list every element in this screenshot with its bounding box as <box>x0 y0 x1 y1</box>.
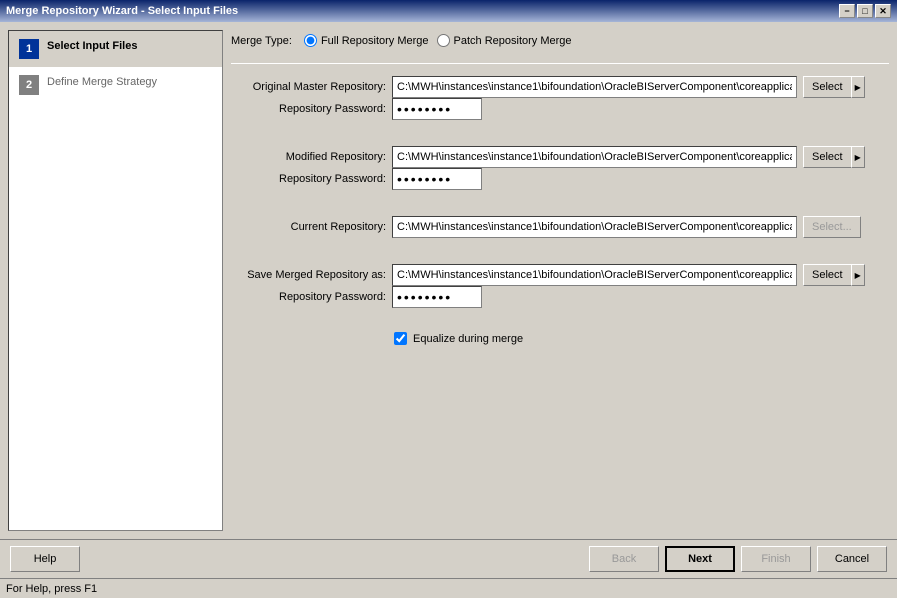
bottom-left-buttons: Help <box>10 546 80 572</box>
original-master-label: Original Master Repository: <box>231 81 386 93</box>
full-repo-merge-radio[interactable] <box>304 34 317 47</box>
step-1-number: 1 <box>19 39 39 59</box>
sidebar-item-define-merge-strategy[interactable]: 2 Define Merge Strategy <box>9 67 222 103</box>
step-1-label: Select Input Files <box>47 39 137 53</box>
original-master-select-arrow[interactable]: ▶ <box>851 76 865 98</box>
modified-repo-select-button[interactable]: Select <box>803 146 851 168</box>
back-button[interactable]: Back <box>589 546 659 572</box>
title-bar: Merge Repository Wizard - Select Input F… <box>0 0 897 22</box>
maximize-button[interactable]: □ <box>857 4 873 18</box>
patch-repo-merge-radio[interactable] <box>437 34 450 47</box>
sidebar-item-select-input-files[interactable]: 1 Select Input Files <box>9 31 222 67</box>
equalize-label: Equalize during merge <box>413 333 523 345</box>
original-master-row: Original Master Repository: Select ▶ <box>231 76 889 98</box>
save-merged-password-input[interactable] <box>392 286 482 308</box>
patch-repo-merge-text: Patch Repository Merge <box>454 35 572 47</box>
current-repo-label: Current Repository: <box>231 221 386 233</box>
modified-repo-select-arrow[interactable]: ▶ <box>851 146 865 168</box>
current-repo-row: Current Repository: Select... <box>231 216 889 238</box>
original-master-select-group: Select ▶ <box>803 76 865 98</box>
save-merged-row: Save Merged Repository as: Select ▶ <box>231 264 889 286</box>
close-button[interactable]: ✕ <box>875 4 891 18</box>
original-master-group: Original Master Repository: Select ▶ Rep… <box>231 76 889 120</box>
patch-repo-merge-label[interactable]: Patch Repository Merge <box>437 34 572 47</box>
main-window: 1 Select Input Files 2 Define Merge Stra… <box>0 22 897 598</box>
right-panel: Merge Type: Full Repository Merge Patch … <box>231 30 889 531</box>
original-master-password-input[interactable] <box>392 98 482 120</box>
bottom-right-buttons: Back Next Finish Cancel <box>589 546 887 572</box>
modified-repo-label: Modified Repository: <box>231 151 386 163</box>
save-merged-select-arrow[interactable]: ▶ <box>851 264 865 286</box>
status-text: For Help, press F1 <box>6 583 97 595</box>
finish-button: Finish <box>741 546 811 572</box>
original-master-password-label: Repository Password: <box>231 103 386 115</box>
full-repo-merge-text: Full Repository Merge <box>321 35 429 47</box>
divider-1 <box>231 63 889 64</box>
sidebar: 1 Select Input Files 2 Define Merge Stra… <box>8 30 223 531</box>
save-merged-group: Save Merged Repository as: Select ▶ Repo… <box>231 264 889 308</box>
step-2-number: 2 <box>19 75 39 95</box>
minimize-button[interactable]: − <box>839 4 855 18</box>
original-master-password-row: Repository Password: <box>231 98 889 120</box>
modified-repo-password-input[interactable] <box>392 168 482 190</box>
original-master-select-button[interactable]: Select <box>803 76 851 98</box>
bottom-bar: Help Back Next Finish Cancel <box>0 539 897 578</box>
next-button[interactable]: Next <box>665 546 735 572</box>
current-repo-select-button: Select... <box>803 216 861 238</box>
current-repo-group: Current Repository: Select... <box>231 216 889 238</box>
save-merged-password-row: Repository Password: <box>231 286 889 308</box>
equalize-checkbox[interactable] <box>394 332 407 345</box>
save-merged-select-button[interactable]: Select <box>803 264 851 286</box>
save-merged-password-label: Repository Password: <box>231 291 386 303</box>
modified-repo-password-label: Repository Password: <box>231 173 386 185</box>
merge-type-label: Merge Type: <box>231 35 292 47</box>
original-master-input[interactable] <box>392 76 797 98</box>
modified-repo-row: Modified Repository: Select ▶ <box>231 146 889 168</box>
modified-repo-password-row: Repository Password: <box>231 168 889 190</box>
window-title: Merge Repository Wizard - Select Input F… <box>6 5 238 17</box>
full-repo-merge-label[interactable]: Full Repository Merge <box>304 34 429 47</box>
modified-repo-group: Modified Repository: Select ▶ Repository… <box>231 146 889 190</box>
save-merged-label: Save Merged Repository as: <box>231 269 386 281</box>
equalize-row: Equalize during merge <box>394 332 889 345</box>
modified-repo-input[interactable] <box>392 146 797 168</box>
content-area: 1 Select Input Files 2 Define Merge Stra… <box>0 22 897 539</box>
cancel-button[interactable]: Cancel <box>817 546 887 572</box>
save-merged-input[interactable] <box>392 264 797 286</box>
save-merged-select-group: Select ▶ <box>803 264 865 286</box>
current-repo-input[interactable] <box>392 216 797 238</box>
merge-type-row: Merge Type: Full Repository Merge Patch … <box>231 30 889 51</box>
status-bar: For Help, press F1 <box>0 578 897 598</box>
step-2-label: Define Merge Strategy <box>47 75 157 89</box>
title-bar-buttons: − □ ✕ <box>839 4 891 18</box>
modified-repo-select-group: Select ▶ <box>803 146 865 168</box>
help-button[interactable]: Help <box>10 546 80 572</box>
